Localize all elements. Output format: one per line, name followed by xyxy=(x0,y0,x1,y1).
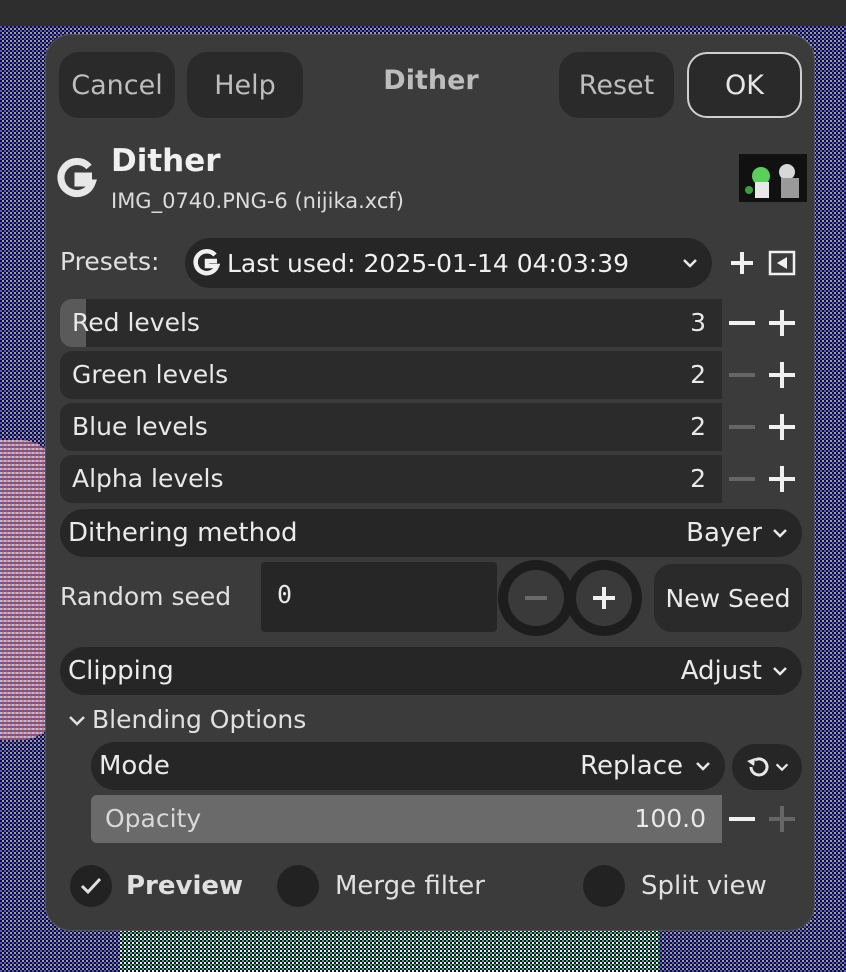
blue-levels-value: 2 xyxy=(690,412,706,441)
plus-icon xyxy=(731,252,753,274)
composite-mode-button[interactable] xyxy=(732,744,802,790)
preview-label: Preview xyxy=(126,871,244,901)
green-levels-label: Green levels xyxy=(72,360,229,389)
chevron-down-icon xyxy=(775,763,789,772)
presets-combo[interactable]: Last used: 2025-01-14 04:03:39 xyxy=(185,238,712,288)
merge-filter-label: Merge filter xyxy=(335,871,485,901)
preview-checkbox[interactable] xyxy=(70,865,112,907)
filter-name: Dither xyxy=(111,143,221,179)
red-levels-spinscale[interactable]: Red levels 3 xyxy=(60,299,722,347)
split-view-checkbox[interactable] xyxy=(583,865,625,907)
ok-button[interactable]: OK xyxy=(687,52,802,118)
split-view-label: Split view xyxy=(641,871,767,901)
triangle-menu-icon xyxy=(768,250,796,276)
help-button[interactable]: Help xyxy=(187,52,303,118)
clipping-label: Clipping xyxy=(68,656,174,686)
plus-icon xyxy=(769,806,795,832)
canvas-image-bottom xyxy=(120,926,660,972)
gimp-logo-icon xyxy=(57,158,98,198)
opacity-spinscale[interactable]: Opacity 100.0 xyxy=(91,795,722,843)
alpha-levels-value: 2 xyxy=(690,464,706,493)
green-levels-spinscale[interactable]: Green levels 2 xyxy=(60,351,722,399)
chevron-down-icon xyxy=(773,667,787,676)
opacity-stepper[interactable] xyxy=(726,795,800,843)
chevron-down-icon xyxy=(773,529,787,538)
alpha-levels-label: Alpha levels xyxy=(72,464,224,493)
gimp-logo-icon xyxy=(193,249,221,276)
window-top-bar xyxy=(0,0,846,26)
seed-decrement-button[interactable] xyxy=(498,560,574,636)
blue-levels-label: Blue levels xyxy=(72,412,208,441)
red-levels-value: 3 xyxy=(690,308,706,337)
dithering-method-combo[interactable]: Dithering method Bayer xyxy=(60,509,802,557)
blend-mode-combo[interactable]: Mode Replace xyxy=(91,742,725,790)
plus-icon xyxy=(769,362,795,388)
new-seed-button[interactable]: New Seed xyxy=(654,564,802,632)
alpha-levels-stepper[interactable] xyxy=(726,455,800,503)
chevron-down-icon xyxy=(69,715,85,726)
seed-increment-button[interactable] xyxy=(566,560,642,636)
plus-icon xyxy=(769,310,795,336)
opacity-value: 100.0 xyxy=(634,804,706,833)
alpha-levels-spinscale[interactable]: Alpha levels 2 xyxy=(60,455,722,503)
preset-menu-button[interactable] xyxy=(766,247,798,279)
blue-levels-spinscale[interactable]: Blue levels 2 xyxy=(60,403,722,451)
blue-levels-stepper[interactable] xyxy=(726,403,800,451)
presets-value: Last used: 2025-01-14 04:03:39 xyxy=(227,248,630,278)
dither-dialog: Cancel Help Dither Reset OK Dither IMG_0… xyxy=(45,34,815,931)
plus-icon xyxy=(769,466,795,492)
blending-options-expander[interactable]: Blending Options xyxy=(66,705,306,734)
presets-label: Presets: xyxy=(60,247,160,276)
image-thumbnail xyxy=(739,154,807,202)
cancel-button[interactable]: Cancel xyxy=(59,52,175,118)
random-seed-label: Random seed xyxy=(60,582,232,611)
chevron-down-icon xyxy=(696,762,710,771)
random-seed-input[interactable]: 0 xyxy=(261,562,497,632)
blend-mode-label: Mode xyxy=(99,751,170,781)
red-levels-stepper[interactable] xyxy=(726,299,800,347)
plus-icon xyxy=(593,587,615,609)
dithering-method-label: Dithering method xyxy=(68,518,298,548)
clipping-value: Adjust xyxy=(680,656,762,686)
reset-button[interactable]: Reset xyxy=(559,52,674,118)
clipping-combo[interactable]: Clipping Adjust xyxy=(60,647,802,695)
green-levels-stepper[interactable] xyxy=(726,351,800,399)
dithering-method-value: Bayer xyxy=(686,518,762,548)
image-name: IMG_0740.PNG-6 (nijika.xcf) xyxy=(111,189,404,213)
blending-options-label: Blending Options xyxy=(92,705,307,734)
blend-mode-value: Replace xyxy=(580,751,683,781)
add-preset-button[interactable] xyxy=(726,247,758,279)
chevron-down-icon xyxy=(683,259,697,268)
plus-icon xyxy=(769,414,795,440)
dialog-title: Dither xyxy=(383,65,479,96)
undo-arrow-icon xyxy=(747,757,769,777)
merge-filter-checkbox[interactable] xyxy=(277,865,319,907)
minus-icon xyxy=(525,596,547,600)
red-levels-label: Red levels xyxy=(72,308,200,337)
opacity-label: Opacity xyxy=(105,804,202,833)
checkmark-icon xyxy=(80,877,102,895)
green-levels-value: 2 xyxy=(690,360,706,389)
